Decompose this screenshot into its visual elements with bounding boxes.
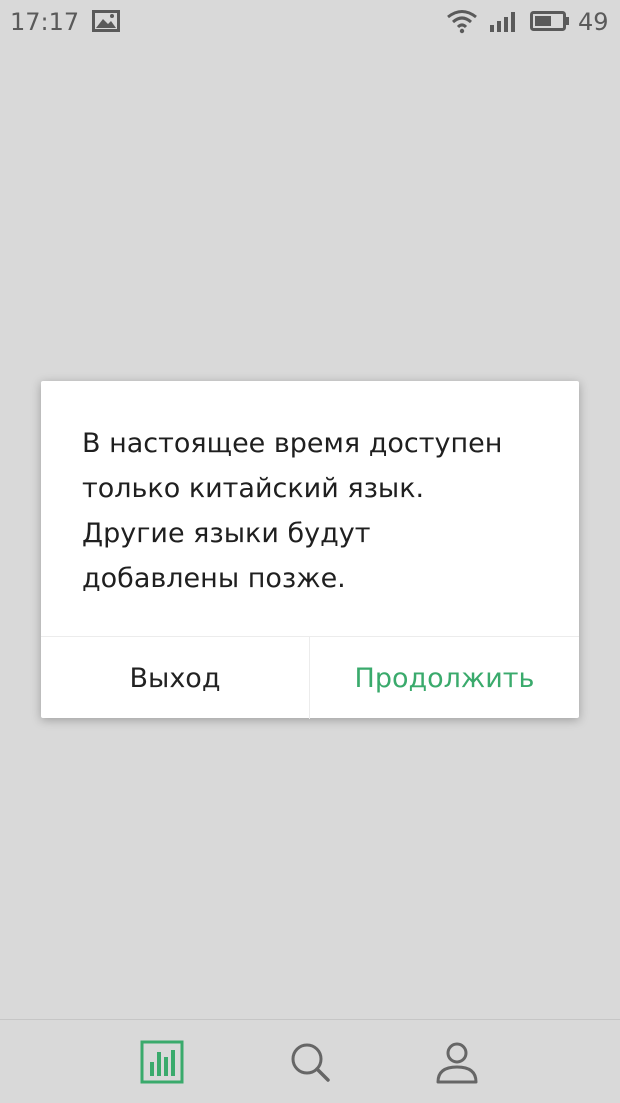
status-bar: 17:17 49 [0, 0, 620, 46]
dialog-message-line: В настоящее время доступен [82, 428, 503, 459]
language-notice-dialog: В настоящее время доступен только китайс… [41, 381, 579, 719]
bottom-navigation [0, 1019, 620, 1103]
gallery-icon [92, 10, 120, 32]
status-time: 17:17 [10, 8, 80, 36]
exit-button[interactable]: Выход [41, 637, 309, 719]
dialog-message-line: только китайский язык. [82, 473, 425, 504]
profile-icon[interactable] [435, 1040, 479, 1084]
dialog-message: В настоящее время доступен только китайс… [82, 421, 542, 601]
signal-icon [490, 12, 515, 32]
bar-chart-icon[interactable] [140, 1040, 184, 1084]
continue-button[interactable]: Продолжить [310, 637, 579, 719]
wifi-icon [447, 10, 477, 34]
dialog-actions: Выход Продолжить [41, 636, 579, 719]
battery-icon [530, 11, 569, 31]
search-icon[interactable] [288, 1040, 332, 1084]
dialog-message-line: добавлены позже. [82, 563, 346, 594]
battery-level: 49 [578, 8, 609, 36]
dialog-message-line: Другие языки будут [82, 518, 371, 549]
